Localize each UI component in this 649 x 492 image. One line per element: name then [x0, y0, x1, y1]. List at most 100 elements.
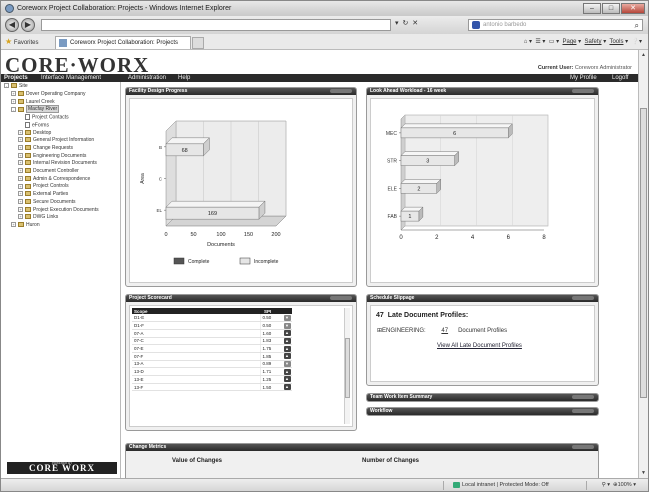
- tree-node[interactable]: + External Parties: [18, 191, 68, 198]
- expand-toggle[interactable]: +: [18, 145, 23, 151]
- security-zone[interactable]: Local intranet | Protected Mode: Off: [453, 479, 549, 492]
- scrollbar-thumb[interactable]: [345, 338, 350, 398]
- number-of-changes-label: Number of Changes: [362, 458, 420, 464]
- expand-toggle[interactable]: +: [11, 91, 16, 97]
- scorecard-row[interactable]: 07-E 1.75 ▲: [132, 344, 292, 353]
- search-icon[interactable]: ⌕: [635, 20, 639, 31]
- scope-cell: D1-E: [132, 314, 260, 323]
- refresh-icon[interactable]: ↻: [402, 20, 409, 27]
- expand-toggle[interactable]: +: [18, 129, 23, 135]
- tree-node[interactable]: + Change Requests: [18, 145, 73, 152]
- zoom-control[interactable]: ⚲ ▾ ⊕100% ▾: [602, 479, 636, 492]
- folder-icon: [25, 145, 31, 151]
- feeds-icon[interactable]: ☰ ▾: [535, 39, 545, 45]
- menu-logoff[interactable]: Logoff: [612, 74, 629, 82]
- scrollbar-thumb[interactable]: [640, 108, 647, 398]
- expand-toggle[interactable]: +: [18, 198, 23, 204]
- panel-controls[interactable]: [572, 395, 594, 399]
- tree-node[interactable]: + Engineering Documents: [18, 153, 86, 160]
- safety-menu[interactable]: Safety ▾: [585, 39, 607, 45]
- panel-controls[interactable]: [572, 409, 594, 413]
- tree-node[interactable]: + Project Execution Documents: [18, 207, 99, 214]
- tree-node[interactable]: + Admin & Correspondence: [18, 176, 90, 183]
- scorecard-row[interactable]: 07-C 1.83 ▲: [132, 337, 292, 346]
- scorecard-row[interactable]: 13-F 1.50 ▲: [132, 383, 292, 392]
- page-menu[interactable]: Page ▾: [562, 39, 581, 45]
- expand-toggle[interactable]: +: [18, 152, 23, 158]
- help-icon[interactable]: ❔▾: [632, 39, 642, 45]
- tree-node[interactable]: + Huron: [11, 222, 40, 229]
- scorecard-row[interactable]: D1-F 0.50 ▼: [132, 321, 292, 330]
- tree-node[interactable]: + General Project Information: [18, 137, 94, 144]
- tree-node[interactable]: eForms: [18, 121, 49, 129]
- panel-controls[interactable]: [330, 89, 352, 93]
- expand-toggle[interactable]: +: [18, 191, 23, 197]
- tree-node[interactable]: + DWG Links: [18, 214, 58, 221]
- tree-node[interactable]: + Desktop: [18, 130, 51, 137]
- url-input[interactable]: [41, 19, 391, 31]
- expand-toggle[interactable]: +: [11, 98, 16, 104]
- tree-node[interactable]: + Internal Revision Documents: [18, 160, 97, 167]
- scroll-up-icon[interactable]: ▲: [641, 52, 646, 58]
- view-all-late-profiles-link[interactable]: View All Late Document Profiles: [437, 343, 522, 349]
- scorecard-row[interactable]: D1-E 0.50 ▼: [132, 314, 292, 323]
- scroll-down-icon[interactable]: ▼: [641, 470, 646, 476]
- menu-projects[interactable]: Projects: [4, 74, 28, 82]
- expand-toggle[interactable]: +: [18, 160, 23, 166]
- browser-tab[interactable]: Coreworx Project Collaboration: Projects: [55, 36, 191, 49]
- expand-toggle[interactable]: +: [18, 206, 23, 212]
- menu-my-profile[interactable]: My Profile: [570, 74, 597, 82]
- menu-interface-management[interactable]: Interface Management: [41, 74, 101, 82]
- panel-controls[interactable]: [572, 89, 594, 93]
- schedule-slippage-panel: Schedule Slippage 47 Late Document Profi…: [366, 294, 599, 386]
- expand-toggle[interactable]: +: [18, 168, 23, 174]
- tree-node[interactable]: + Secure Documents: [18, 199, 76, 206]
- favorites-button[interactable]: ★ Favorites: [5, 34, 39, 51]
- tree-node-label: Macfay River: [26, 105, 60, 114]
- tree-node[interactable]: + Project Controls: [18, 183, 69, 190]
- expand-toggle[interactable]: +: [18, 214, 23, 220]
- search-input[interactable]: antonio barbedo ⌕: [468, 19, 643, 31]
- scorecard-row[interactable]: 07-F 1.85 ▲: [132, 352, 292, 361]
- menu-help[interactable]: Help: [178, 74, 190, 82]
- x-tick-label: 0: [399, 235, 403, 241]
- expand-toggle[interactable]: -: [11, 106, 16, 112]
- tree-node-root[interactable]: - Site: [4, 83, 28, 90]
- dropdown-icon[interactable]: ▾: [395, 20, 400, 27]
- scorecard-row[interactable]: 13-A 0.89 ▼: [132, 360, 292, 369]
- back-icon[interactable]: ◀: [5, 18, 19, 32]
- forward-icon[interactable]: ▶: [21, 18, 35, 32]
- bar-top: [400, 123, 513, 129]
- scorecard-row[interactable]: 13-D 1.71 ▲: [132, 367, 292, 376]
- new-tab-button[interactable]: [192, 37, 204, 49]
- collapse-toggle[interactable]: -: [4, 83, 9, 89]
- tree-node[interactable]: + Dover Operating Company: [11, 91, 85, 98]
- expand-toggle[interactable]: +: [18, 137, 23, 143]
- tools-menu[interactable]: Tools ▾: [609, 39, 628, 45]
- print-icon[interactable]: ▭ ▾: [549, 39, 559, 45]
- page-scrollbar[interactable]: ▲ ▼: [638, 50, 648, 478]
- minimize-button[interactable]: –: [583, 3, 601, 14]
- tree-node[interactable]: + Document Controller: [18, 168, 79, 175]
- expand-toggle[interactable]: +: [18, 175, 23, 181]
- panel-header[interactable]: Workflow: [367, 408, 598, 415]
- folder-icon: [25, 137, 31, 143]
- panel-header[interactable]: Team Work Item Summary: [367, 394, 598, 401]
- expand-toggle[interactable]: +: [18, 183, 23, 189]
- scorecard-row[interactable]: 07-A 1.60 ▲: [132, 329, 292, 338]
- maximize-button[interactable]: □: [602, 3, 620, 14]
- stop-icon[interactable]: ✕: [412, 20, 419, 27]
- home-icon[interactable]: ⌂ ▾: [524, 39, 532, 45]
- menu-administration[interactable]: Administration: [128, 74, 166, 82]
- close-button[interactable]: ✕: [621, 3, 645, 14]
- tree-node[interactable]: Project Contacts: [18, 114, 69, 121]
- panel-controls[interactable]: [572, 445, 594, 449]
- engineering-count-link[interactable]: 47: [441, 328, 448, 334]
- scorecard-scrollbar[interactable]: [344, 308, 350, 424]
- panel-controls[interactable]: [330, 296, 352, 300]
- tree-node[interactable]: - Macfay River: [11, 105, 60, 114]
- scope-cell: 07-A: [132, 329, 260, 338]
- scorecard-row[interactable]: 13-E 1.25 ▲: [132, 375, 292, 384]
- expand-toggle[interactable]: +: [11, 222, 16, 228]
- panel-controls[interactable]: [572, 296, 594, 300]
